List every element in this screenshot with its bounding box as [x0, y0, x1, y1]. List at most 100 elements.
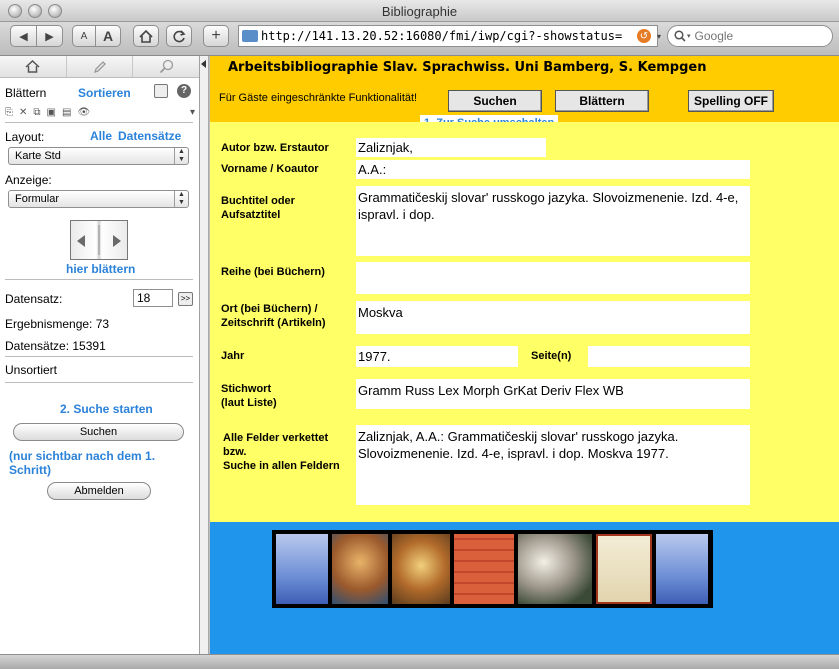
record-number-input[interactable] — [133, 289, 173, 307]
record-form: Autor bzw. Erstautor Zaliznjak, Vorname … — [210, 122, 839, 522]
all-fields-label-line: bzw. — [223, 446, 247, 458]
tab-find[interactable] — [133, 56, 199, 77]
guest-note: Für Gäste eingeschränkte Funktionalität! — [219, 92, 418, 104]
add-bookmark-button[interactable]: + — [203, 25, 229, 47]
window-titlebar: Bibliographie — [0, 0, 839, 22]
place-label: Ort (bei Büchern) / Zeitschrift (Artikeln… — [221, 302, 326, 330]
address-dropdown-icon[interactable]: ▾ — [657, 32, 661, 41]
search-dropdown-icon: ▾ — [687, 33, 691, 40]
view-select-value: Formular — [15, 193, 60, 205]
keyword-label: Stichwort (laut Liste) — [221, 382, 277, 410]
layout-label: Layout: — [5, 130, 45, 144]
page-title: Arbeitsbibliographie Slav. Sprachwiss. U… — [228, 60, 707, 75]
snapback-icon[interactable]: ↺ — [637, 29, 651, 43]
firstname-field[interactable]: A.A.: — [356, 160, 750, 179]
reload-icon — [172, 29, 186, 42]
layout-select[interactable]: Karte Std ▲ ▼ — [8, 147, 189, 165]
pencil-icon — [93, 60, 106, 73]
help-icon[interactable]: ? — [177, 84, 191, 98]
omit-record-icon[interactable]: ▣ — [47, 107, 56, 118]
logout-button[interactable]: Abmelden — [47, 482, 151, 500]
book-flip-icon[interactable] — [70, 220, 128, 260]
status-area: Blättern Sortieren ? ⎘ ✕ ⧉ ▣ ▤ 👁 ▾ Layou… — [0, 56, 200, 654]
title-label: Buchtitel oder Aufsatztitel — [221, 194, 295, 222]
new-record-icon[interactable]: ⎘ — [5, 107, 13, 118]
trinity-icon-image — [392, 534, 450, 604]
text-large-icon: A — [102, 28, 114, 44]
database-content: Arbeitsbibliographie Slav. Sprachwiss. U… — [210, 56, 839, 654]
go-to-record-button[interactable]: >> — [178, 292, 193, 306]
all-fields-label: Alle Felder verkettet bzw. Suche in allen … — [223, 431, 340, 473]
address-bar[interactable]: ↺ — [238, 25, 658, 47]
search-input[interactable] — [694, 29, 820, 43]
title-label-line: Buchtitel oder — [221, 195, 295, 207]
sidebar-toggle[interactable] — [200, 56, 209, 654]
browser-toolbar: ◀ ▶ A A + ↺ ▾ ▾ — [0, 22, 839, 56]
firstname-label: Vorname / Koautor — [221, 163, 319, 175]
place-label-line: Zeitschrift (Artikeln) — [221, 317, 326, 329]
show-all-icon[interactable]: ▤ — [62, 107, 71, 118]
select-arrows-icon: ▲ ▼ — [174, 191, 188, 207]
keyword-field[interactable]: Gramm Russ Lex Morph GrKat Deriv Flex WB — [356, 379, 750, 409]
collapse-triangle-icon — [201, 60, 206, 68]
spelling-button[interactable]: Spelling OFF — [688, 90, 774, 112]
footer-band — [210, 522, 839, 654]
forward-arrow-icon: ▶ — [45, 30, 54, 43]
tab-home[interactable] — [0, 56, 67, 77]
url-input[interactable] — [261, 29, 633, 43]
icon-strip — [272, 530, 713, 608]
all-fields-label-line: Alle Felder verkettet — [223, 432, 329, 444]
text-bigger-button[interactable]: A — [95, 25, 121, 47]
title-label-line: Aufsatztitel — [221, 209, 281, 221]
forward-button[interactable]: ▶ — [36, 25, 63, 47]
icon-painting-image — [332, 534, 388, 604]
sort-link[interactable]: Sortieren — [78, 86, 131, 100]
tab-edit[interactable] — [67, 56, 134, 77]
title-field[interactable]: Grammatičeskij slovar' russkogo jazyka. … — [356, 186, 750, 256]
home-button[interactable] — [133, 25, 159, 47]
place-label-line: Ort (bei Büchern) / — [221, 303, 318, 315]
reload-button[interactable] — [166, 25, 192, 47]
author-field[interactable]: Zaliznjak, — [356, 138, 546, 157]
eye-icon[interactable]: 👁 — [77, 107, 90, 118]
search-hint: (nur sichtbar nach dem 1. Schritt) — [9, 449, 156, 477]
view-label: Anzeige: — [5, 173, 52, 187]
home-icon — [25, 60, 40, 73]
all-fields-field[interactable]: Zaliznjak, A.A.: Grammatičeskij slovar' … — [356, 425, 750, 505]
kremlin-image — [656, 534, 708, 604]
flip-label[interactable]: hier blättern — [66, 262, 135, 276]
place-field[interactable]: Moskva — [356, 301, 750, 334]
divider — [5, 356, 193, 357]
window-title: Bibliographie — [381, 4, 458, 19]
delete-record-icon[interactable]: ✕ — [19, 107, 27, 118]
search-mode-button[interactable]: Suchen — [448, 90, 542, 112]
more-icon[interactable]: ▾ — [190, 107, 195, 118]
mode-label: Blättern — [5, 86, 47, 100]
records-link[interactable]: Datensätze — [118, 129, 181, 143]
status-area-tabs — [0, 56, 199, 78]
browse-mode-button[interactable]: Blättern — [555, 90, 649, 112]
records-icon[interactable] — [154, 84, 168, 98]
search-field[interactable]: ▾ — [667, 25, 833, 47]
duplicate-record-icon[interactable]: ⧉ — [33, 107, 40, 118]
text-smaller-button[interactable]: A — [72, 25, 96, 47]
view-select[interactable]: Formular ▲ ▼ — [8, 190, 189, 208]
all-link[interactable]: Alle — [90, 129, 112, 143]
all-fields-label-line: Suche in allen Feldern — [223, 460, 340, 472]
kremlin-image — [276, 534, 328, 604]
year-field[interactable]: 1977. — [356, 346, 518, 367]
page-icon — [242, 30, 258, 42]
result-count: Ergebnismenge: 73 — [5, 317, 110, 331]
series-field[interactable] — [356, 262, 750, 294]
back-button[interactable]: ◀ — [10, 25, 37, 47]
magnifier-icon — [159, 59, 173, 74]
divider — [5, 279, 193, 280]
pages-field[interactable] — [588, 346, 750, 367]
record-label: Datensatz: — [5, 292, 63, 306]
year-label: Jahr — [221, 350, 245, 362]
window-bottom-bar — [0, 654, 839, 669]
sidebar-search-button[interactable]: Suchen — [13, 423, 184, 441]
divider — [5, 122, 193, 123]
header-band: Arbeitsbibliographie Slav. Sprachwiss. U… — [210, 56, 839, 122]
total-records: Datensätze: 15391 — [5, 339, 106, 353]
